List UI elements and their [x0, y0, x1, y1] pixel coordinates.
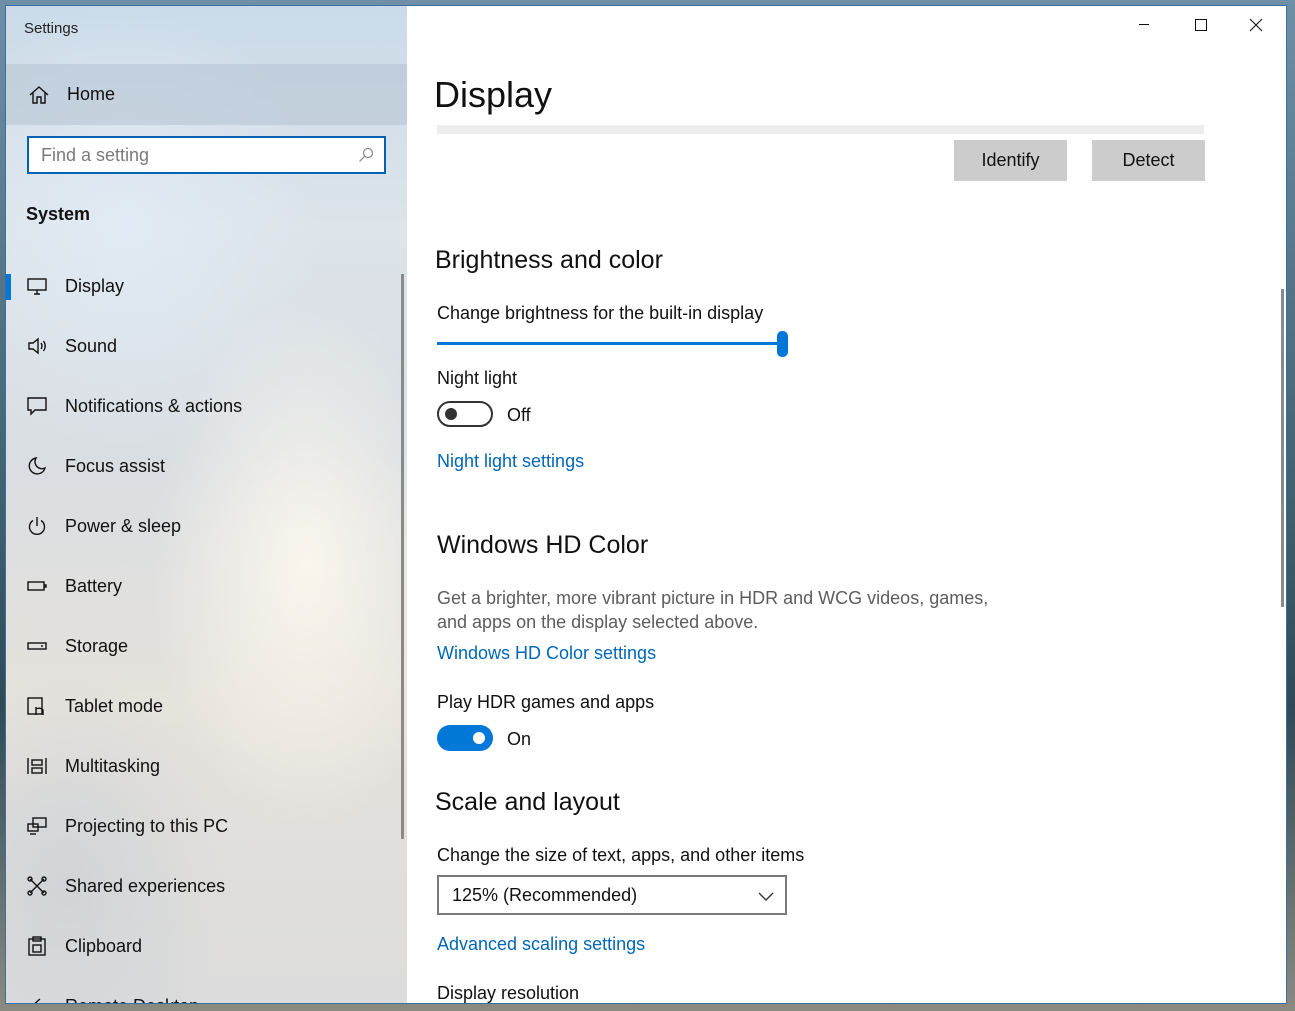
page-title: Display: [434, 74, 553, 115]
moon-icon: [28, 457, 47, 475]
sidebar-item-storage[interactable]: Storage: [6, 616, 407, 676]
sidebar-item-label: Focus assist: [65, 455, 166, 476]
monitor-icon: [27, 278, 47, 295]
sidebar-item-battery[interactable]: Battery: [6, 556, 407, 616]
speaker-icon: [28, 337, 46, 355]
main-content: Display Identify Detect Brightness and c…: [407, 6, 1286, 1003]
toggle-knob: [473, 732, 485, 744]
power-icon: [28, 517, 46, 535]
brightness-slider-label: Change brightness for the built-in displ…: [437, 303, 764, 323]
display-resolution-label: Display resolution: [437, 983, 580, 1003]
sidebar-item-label: Sound: [65, 335, 118, 356]
section-label-system: System: [26, 204, 91, 224]
search-box[interactable]: [27, 136, 386, 174]
sidebar-scrollbar[interactable]: [401, 274, 404, 839]
brightness-heading: Brightness and color: [435, 246, 663, 274]
brightness-slider-thumb[interactable]: [777, 331, 788, 357]
scale-heading: Scale and layout: [435, 788, 620, 816]
sidebar-item-multitasking[interactable]: Multitasking: [6, 736, 407, 796]
battery-icon: [27, 581, 47, 591]
scale-size-dropdown[interactable]: 125% (Recommended): [437, 875, 787, 915]
sidebar-item-display[interactable]: Display: [6, 256, 407, 316]
sidebar-item-label: Notifications & actions: [65, 395, 243, 416]
sidebar-item-label: Power & sleep: [65, 515, 182, 536]
content-scrollbar[interactable]: [1281, 289, 1284, 607]
tablet-mode-icon: [27, 697, 44, 715]
chevron-down-icon: [758, 892, 774, 901]
sidebar-item-label: Shared experiences: [65, 875, 226, 896]
hdr-games-label: Play HDR games and apps: [437, 692, 655, 712]
sidebar-item-power-sleep[interactable]: Power & sleep: [6, 496, 407, 556]
sidebar-home[interactable]: Home: [6, 64, 407, 125]
hd-color-description-line2: and apps on the display selected above.: [437, 612, 759, 632]
night-light-toggle[interactable]: [437, 401, 493, 427]
home-icon: [29, 85, 49, 104]
scale-size-label: Change the size of text, apps, and other…: [437, 845, 805, 865]
app-title: Settings: [24, 20, 79, 37]
night-light-label: Night light: [437, 368, 518, 388]
brightness-slider-track: [437, 342, 782, 345]
search-input[interactable]: [41, 144, 351, 166]
sidebar-item-label: Remote Desktop: [65, 996, 199, 1004]
sidebar-item-sound[interactable]: Sound: [6, 316, 407, 376]
sidebar-item-label: Display: [65, 275, 125, 296]
advanced-scaling-link[interactable]: Advanced scaling settings: [437, 934, 645, 955]
sidebar-nav: Display Sound Notifications & actions Fo…: [6, 256, 407, 1004]
toggle-knob: [445, 408, 457, 420]
sidebar-item-label: Battery: [65, 575, 123, 596]
minimize-icon[interactable]: [1116, 6, 1172, 44]
hdr-games-toggle[interactable]: [437, 725, 493, 751]
clipboard-icon: [28, 936, 46, 956]
sidebar-item-label: Projecting to this PC: [65, 815, 229, 836]
multitasking-icon: [27, 758, 47, 774]
maximize-icon[interactable]: [1172, 6, 1228, 44]
sidebar-item-clipboard[interactable]: Clipboard: [6, 916, 407, 976]
sidebar: Settings Home System Display Sound: [6, 6, 407, 1003]
storage-icon: [27, 642, 47, 650]
projecting-icon: [27, 817, 47, 835]
night-light-settings-link[interactable]: Night light settings: [437, 451, 584, 472]
night-light-state: Off: [507, 405, 531, 425]
sidebar-item-label: Storage: [65, 635, 129, 656]
detect-button[interactable]: Detect: [1092, 140, 1205, 181]
display-arrangement-area[interactable]: [437, 125, 1204, 134]
notification-icon: [27, 397, 47, 416]
sidebar-item-tablet-mode[interactable]: Tablet mode: [6, 676, 407, 736]
hd-color-description-line1: Get a brighter, more vibrant picture in …: [437, 588, 989, 608]
scale-size-value: 125% (Recommended): [452, 884, 638, 905]
sidebar-item-label: Multitasking: [65, 755, 161, 776]
shared-experiences-icon: [27, 876, 47, 896]
sidebar-item-projecting[interactable]: Projecting to this PC: [6, 796, 407, 856]
hd-color-settings-link[interactable]: Windows HD Color settings: [437, 643, 656, 664]
sidebar-item-shared-experiences[interactable]: Shared experiences: [6, 856, 407, 916]
brightness-slider[interactable]: [437, 328, 788, 360]
settings-window: Settings Home System Display Sound: [5, 5, 1287, 1004]
sidebar-item-notifications[interactable]: Notifications & actions: [6, 376, 407, 436]
sidebar-item-label: Tablet mode: [65, 695, 164, 716]
sidebar-item-focus-assist[interactable]: Focus assist: [6, 436, 407, 496]
hdr-games-state: On: [507, 729, 532, 749]
identify-button[interactable]: Identify: [954, 140, 1067, 181]
remote-desktop-icon: [34, 998, 41, 1003]
search-icon[interactable]: [358, 147, 374, 163]
sidebar-home-label: Home: [67, 84, 116, 104]
sidebar-item-remote-desktop[interactable]: Remote Desktop: [6, 976, 407, 1004]
hd-color-heading: Windows HD Color: [437, 531, 649, 559]
sidebar-item-label: Clipboard: [65, 935, 143, 956]
close-icon[interactable]: [1228, 6, 1284, 44]
